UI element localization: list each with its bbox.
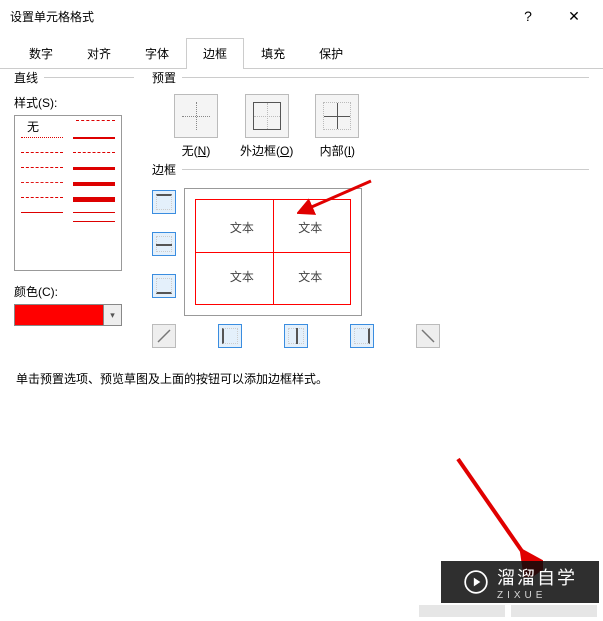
line-style-option[interactable] xyxy=(73,152,115,162)
border-diagonal-down-button[interactable] xyxy=(416,324,440,348)
preset-none-icon xyxy=(182,102,210,130)
preset-outline-icon xyxy=(253,102,281,130)
preview-cell-text: 文本 xyxy=(298,219,322,236)
watermark-brand: 溜溜自学 xyxy=(497,564,577,590)
group-line-title: 直线 xyxy=(14,69,44,86)
line-style-option[interactable] xyxy=(21,152,63,162)
border-bottom-button[interactable] xyxy=(152,274,176,298)
watermark: 溜溜自学 ZIXUE xyxy=(441,561,599,603)
tab-fill[interactable]: 填充 xyxy=(244,38,302,69)
preset-inside-label: 内部(I) xyxy=(320,142,355,159)
close-button[interactable]: ✕ xyxy=(551,2,597,30)
play-icon xyxy=(463,569,489,595)
line-style-option[interactable] xyxy=(73,182,115,192)
preset-outline-label: 外边框(O) xyxy=(240,142,293,159)
group-line: 直线 样式(S): 无 xyxy=(14,77,134,326)
border-right-button[interactable] xyxy=(350,324,374,348)
preview-cell-text: 文本 xyxy=(230,219,254,236)
group-preset-title: 预置 xyxy=(152,69,182,86)
preset-inside-button[interactable] xyxy=(315,94,359,138)
footer-button[interactable] xyxy=(419,605,505,617)
tab-protection[interactable]: 保护 xyxy=(302,38,360,69)
line-style-option[interactable] xyxy=(73,137,115,147)
line-style-none[interactable]: 无 xyxy=(21,120,66,130)
line-style-option[interactable] xyxy=(73,212,115,222)
style-label: 样式(S): xyxy=(14,94,134,111)
preset-none-label: 无(N) xyxy=(182,142,211,159)
group-border: 边框 文本 文本 文本 文本 xyxy=(152,169,589,348)
hint-text: 单击预置选项、预览草图及上面的按钮可以添加边框样式。 xyxy=(16,370,589,387)
border-preview[interactable]: 文本 文本 文本 文本 xyxy=(184,188,362,316)
line-style-option[interactable] xyxy=(21,167,63,177)
watermark-sub: ZIXUE xyxy=(497,590,577,601)
color-swatch[interactable] xyxy=(14,304,104,326)
border-diagonal-up-button[interactable] xyxy=(152,324,176,348)
title-bar: 设置单元格格式 ? ✕ xyxy=(0,0,603,32)
border-left-button[interactable] xyxy=(218,324,242,348)
line-style-option[interactable] xyxy=(21,212,63,222)
tab-border[interactable]: 边框 xyxy=(186,38,244,69)
tab-alignment[interactable]: 对齐 xyxy=(70,38,128,69)
border-middle-vertical-button[interactable] xyxy=(284,324,308,348)
line-style-list[interactable]: 无 xyxy=(14,115,122,271)
help-button[interactable]: ? xyxy=(505,2,551,30)
preset-none-button[interactable] xyxy=(174,94,218,138)
border-top-button[interactable] xyxy=(152,190,176,214)
preset-outline-button[interactable] xyxy=(245,94,289,138)
dialog-footer xyxy=(419,605,597,617)
footer-button[interactable] xyxy=(511,605,597,617)
tab-strip: 数字 对齐 字体 边框 填充 保护 xyxy=(0,38,603,69)
window-title: 设置单元格格式 xyxy=(10,8,94,25)
line-style-option[interactable] xyxy=(73,167,115,177)
group-border-title: 边框 xyxy=(152,161,182,178)
line-style-option[interactable] xyxy=(21,197,63,207)
chevron-down-icon[interactable]: ▾ xyxy=(104,304,122,326)
tab-font[interactable]: 字体 xyxy=(128,38,186,69)
line-style-option[interactable] xyxy=(76,120,115,130)
annotation-arrow-icon xyxy=(423,437,543,577)
line-style-option[interactable] xyxy=(21,137,63,147)
preview-cell-text: 文本 xyxy=(298,268,322,285)
line-style-option[interactable] xyxy=(21,182,63,192)
color-label: 颜色(C): xyxy=(14,283,134,300)
preview-cell-text: 文本 xyxy=(230,268,254,285)
preset-inside-icon xyxy=(323,102,351,130)
tab-number[interactable]: 数字 xyxy=(12,38,70,69)
titlebar-buttons: ? ✕ xyxy=(505,2,597,30)
line-style-option[interactable] xyxy=(73,197,115,207)
border-middle-horizontal-button[interactable] xyxy=(152,232,176,256)
color-picker[interactable]: ▾ xyxy=(14,304,134,326)
group-preset: 预置 无(N) 外 xyxy=(152,77,589,159)
